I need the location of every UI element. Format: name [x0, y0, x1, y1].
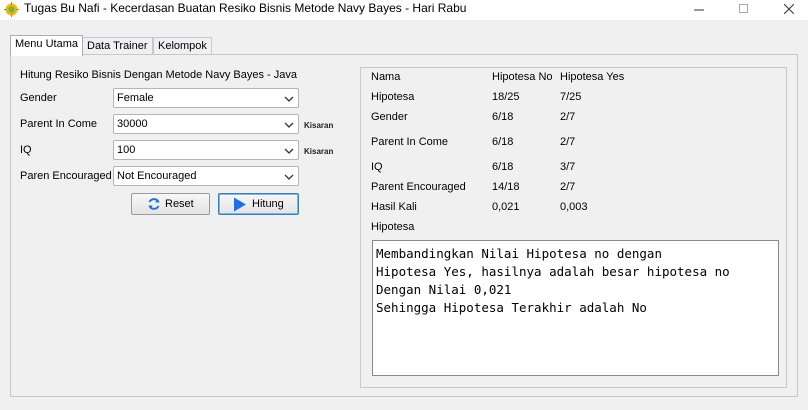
maximize-button[interactable] — [721, 0, 766, 20]
hitung-button[interactable]: Hitung — [218, 193, 299, 215]
parent-income-select[interactable]: 30000 — [113, 114, 299, 134]
java-coffee-icon — [4, 2, 19, 17]
row-name: Parent In Come — [371, 136, 449, 148]
row-name: Hasil Kali — [371, 201, 417, 213]
header-hipotesa-yes: Hipotesa Yes — [560, 71, 625, 83]
parent-encouraged-select[interactable]: Not Encouraged — [113, 166, 299, 186]
tab-menu-utama[interactable]: Menu Utama — [10, 35, 83, 56]
parent-income-label: Parent In Come — [20, 118, 98, 130]
conclusion-line: Membandingkan Nilai Hipotesa no dengan — [376, 246, 662, 261]
conclusion-line: Hipotesa Yes, hasilnya adalah besar hipo… — [376, 264, 730, 279]
maximize-icon — [739, 4, 748, 13]
row-yes: 2/7 — [560, 181, 576, 193]
iq-label: IQ — [20, 144, 32, 156]
minimize-icon — [693, 9, 704, 11]
chevron-down-icon — [284, 96, 294, 102]
tab-kelompok[interactable]: Kelompok — [153, 37, 212, 55]
header-nama: Nama — [371, 71, 401, 83]
conclusion-textarea[interactable]: Membandingkan Nilai Hipotesa no dengan H… — [372, 240, 779, 376]
header-hipotesa-no: Hipotesa No — [492, 71, 553, 83]
iq-value: 100 — [117, 144, 136, 156]
row-name: IQ — [371, 161, 383, 173]
row-yes: 2/7 — [560, 111, 576, 123]
close-icon — [783, 3, 794, 15]
chevron-down-icon — [284, 122, 294, 128]
row-yes: 0,003 — [560, 201, 588, 213]
conclusion-label: Hipotesa — [371, 221, 415, 233]
reset-button[interactable]: Reset — [131, 193, 210, 215]
row-name: Parent Encouraged — [371, 181, 466, 193]
parent-encouraged-label: Paren Encouraged — [20, 170, 112, 182]
reset-label: Reset — [165, 198, 194, 210]
title-bar: Tugas Bu Nafi - Kecerdasan Buatan Resiko… — [0, 0, 808, 20]
parent-encouraged-value: Not Encouraged — [117, 170, 197, 182]
row-no: 6/18 — [492, 161, 514, 173]
parent-income-value: 30000 — [117, 118, 148, 130]
row-no: 0,021 — [492, 201, 520, 213]
chevron-down-icon — [284, 174, 294, 180]
refresh-icon — [148, 198, 160, 210]
row-no: 18/25 — [492, 91, 520, 103]
row-yes: 3/7 — [560, 161, 576, 173]
row-no: 14/18 — [492, 181, 520, 193]
row-name: Hipotesa — [371, 91, 415, 103]
row-no: 6/18 — [492, 136, 514, 148]
window-title: Tugas Bu Nafi - Kecerdasan Buatan Resiko… — [24, 1, 467, 15]
gender-label: Gender — [20, 92, 57, 104]
row-name: Gender — [371, 111, 408, 123]
conclusion-line: Sehingga Hipotesa Terakhir adalah No — [376, 300, 647, 315]
hitung-label: Hitung — [252, 198, 284, 210]
parent-income-hint: Kisaran — [304, 121, 334, 130]
row-yes: 7/25 — [560, 91, 582, 103]
play-icon — [234, 197, 246, 212]
conclusion-line: Dengan Nilai 0,021 — [376, 282, 512, 297]
iq-select[interactable]: 100 — [113, 140, 299, 160]
form-heading: Hitung Resiko Bisnis Dengan Metode Navy … — [20, 69, 297, 81]
iq-hint: Kisaran — [304, 147, 334, 156]
minimize-button[interactable] — [676, 0, 721, 20]
chevron-down-icon — [284, 148, 294, 154]
row-no: 6/18 — [492, 111, 514, 123]
gender-value: Female — [117, 92, 154, 104]
tab-data-trainer[interactable]: Data Trainer — [82, 37, 153, 55]
close-button[interactable] — [766, 0, 808, 20]
gender-select[interactable]: Female — [113, 88, 299, 108]
row-yes: 2/7 — [560, 136, 576, 148]
